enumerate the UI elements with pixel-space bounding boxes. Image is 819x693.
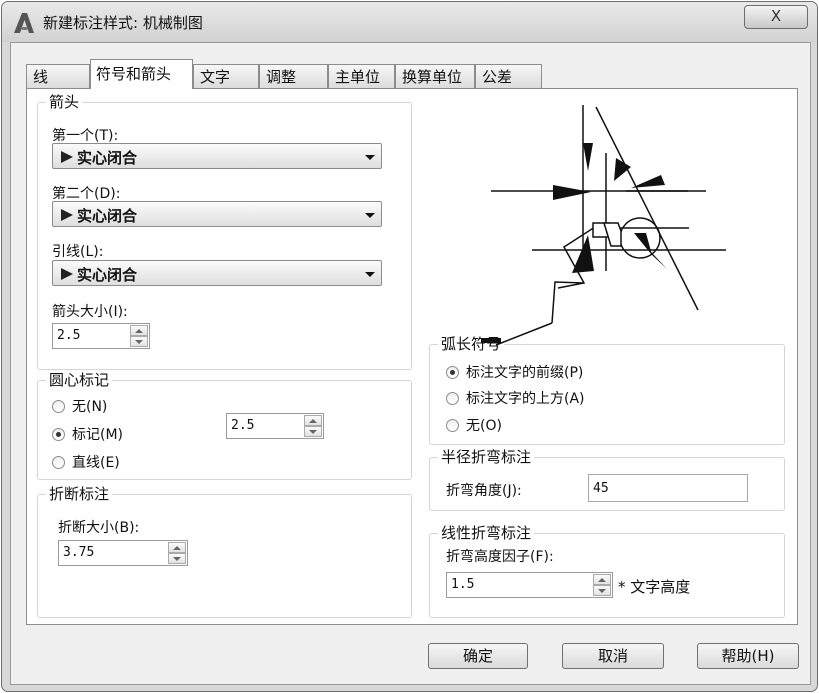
radio-dot: [52, 456, 65, 469]
tab-label: 公差: [482, 68, 513, 86]
window-title: 新建标注样式: 机械制图: [43, 14, 203, 32]
radio-label: 无(N): [72, 399, 108, 415]
spin-up-button[interactable]: [593, 574, 611, 585]
arc-above-radio[interactable]: 标注文字的上方(A): [446, 391, 585, 407]
first-arrow-value: 实心闭合: [77, 149, 138, 167]
dialog-window: 新建标注样式: 机械制图 X 线 符号和箭头 文字 调整 主单位 换算单位 公差…: [1, 1, 818, 692]
jog-angle-input[interactable]: 45: [588, 474, 748, 502]
tab-label: 调整: [266, 68, 297, 86]
autocad-logo-icon: [14, 13, 34, 33]
close-button[interactable]: X: [744, 5, 808, 29]
radio-label: 标记(M): [72, 427, 124, 443]
arrowhead-icon: [61, 268, 73, 280]
break-size-stepper[interactable]: 3.75: [58, 540, 188, 566]
jog-angle-label: 折弯角度(J):: [446, 483, 522, 499]
second-arrow-label: 第二个(D):: [52, 186, 121, 202]
radio-label: 直线(E): [72, 455, 120, 471]
tab-label: 线: [33, 68, 49, 86]
spin-up-button[interactable]: [130, 325, 148, 336]
arrowheads-group: 箭头 第一个(T): 实心闭合 第二个(D): 实心闭合 引线(L): 实心闭合: [37, 93, 412, 370]
spin-down-button[interactable]: [130, 336, 148, 347]
radio-dot: [446, 419, 459, 432]
tab-symbols-arrows[interactable]: 符号和箭头: [90, 59, 193, 89]
tab-label: 主单位: [335, 68, 381, 86]
center-mark-line-radio[interactable]: 直线(E): [52, 455, 120, 471]
jog-height-value: 1.5: [451, 577, 475, 592]
arc-length-group: 弧长符号 标注文字的前缀(P) 标注文字的上方(A) 无(O): [429, 335, 785, 445]
dim-break-group: 折断标注 折断大小(B): 3.75: [37, 485, 412, 618]
leader-arrow-select[interactable]: 实心闭合: [52, 260, 382, 286]
tab-primary-units[interactable]: 主单位: [328, 64, 395, 88]
break-size-value: 3.75: [63, 545, 95, 560]
chevron-down-icon: [365, 272, 375, 277]
cancel-button[interactable]: 取消: [562, 643, 664, 669]
arrow-size-value: 2.5: [57, 328, 81, 343]
spin-down-button[interactable]: [304, 426, 322, 437]
tab-label: 符号和箭头: [96, 65, 172, 83]
leader-arrow-label: 引线(L):: [52, 244, 104, 260]
arrowheads-group-label: 箭头: [46, 93, 83, 111]
chevron-down-icon: [365, 213, 375, 218]
leader-arrow-value: 实心闭合: [77, 266, 138, 284]
arc-none-radio[interactable]: 无(O): [446, 418, 502, 434]
arrowhead-icon: [61, 209, 73, 221]
break-size-label: 折断大小(B):: [58, 520, 140, 536]
jog-height-stepper[interactable]: 1.5: [446, 572, 613, 598]
tab-label: 文字: [200, 68, 231, 86]
center-marks-group: 圆心标记 无(N) 标记(M) 直线(E) 2.5: [37, 371, 412, 480]
text-height-unit-label: * 文字高度: [618, 578, 691, 596]
tab-text[interactable]: 文字: [193, 64, 259, 88]
tab-label: 换算单位: [402, 68, 463, 86]
radio-dot: [52, 428, 65, 441]
spin-down-button[interactable]: [593, 585, 611, 596]
dialog-client: 线 符号和箭头 文字 调整 主单位 换算单位 公差 箭头 第一个(T): 实心闭…: [10, 42, 811, 685]
tab-tolerances[interactable]: 公差: [475, 64, 542, 88]
radio-label: 标注文字的前缀(P): [466, 365, 584, 381]
close-icon: X: [770, 7, 782, 25]
tab-alternate-units[interactable]: 换算单位: [395, 64, 475, 88]
tab-fit[interactable]: 调整: [259, 64, 328, 88]
radio-label: 无(O): [466, 418, 502, 434]
arc-prefix-radio[interactable]: 标注文字的前缀(P): [446, 365, 583, 381]
spin-up-button[interactable]: [168, 542, 186, 553]
title-bar[interactable]: 新建标注样式: 机械制图 X: [2, 2, 817, 42]
radius-jog-group-label: 半径折弯标注: [438, 448, 535, 466]
tab-lines[interactable]: 线: [26, 64, 90, 88]
arrowhead-icon: [61, 151, 73, 163]
second-arrow-value: 实心闭合: [77, 207, 138, 225]
center-mark-mark-radio[interactable]: 标记(M): [52, 427, 123, 443]
ok-button[interactable]: 确定: [428, 643, 528, 669]
chevron-down-icon: [365, 155, 375, 160]
spin-down-button[interactable]: [168, 553, 186, 564]
first-arrow-label: 第一个(T):: [52, 128, 119, 144]
radio-dot: [446, 366, 459, 379]
dim-break-group-label: 折断标注: [46, 485, 113, 503]
radio-label: 标注文字的上方(A): [466, 391, 585, 407]
center-marks-group-label: 圆心标记: [46, 371, 113, 389]
center-mark-size-value: 2.5: [231, 418, 255, 433]
center-mark-none-radio[interactable]: 无(N): [52, 399, 107, 415]
radius-jog-group: 半径折弯标注 折弯角度(J): 45: [429, 448, 785, 511]
center-mark-size-stepper[interactable]: 2.5: [226, 413, 324, 439]
second-arrow-select[interactable]: 实心闭合: [52, 201, 382, 227]
help-button[interactable]: 帮助(H): [697, 643, 799, 669]
arrow-size-label: 箭头大小(I):: [52, 304, 128, 320]
linear-jog-group-label: 线性折弯标注: [438, 524, 535, 542]
radio-dot: [52, 400, 65, 413]
preview-image: [481, 105, 726, 346]
linear-jog-group: 线性折弯标注 折弯高度因子(F): 1.5 * 文字高度: [429, 524, 785, 618]
spin-up-button[interactable]: [304, 415, 322, 426]
arrow-size-stepper[interactable]: 2.5: [52, 323, 150, 349]
first-arrow-select[interactable]: 实心闭合: [52, 143, 382, 169]
radio-dot: [446, 392, 459, 405]
jog-height-label: 折弯高度因子(F):: [446, 549, 554, 565]
